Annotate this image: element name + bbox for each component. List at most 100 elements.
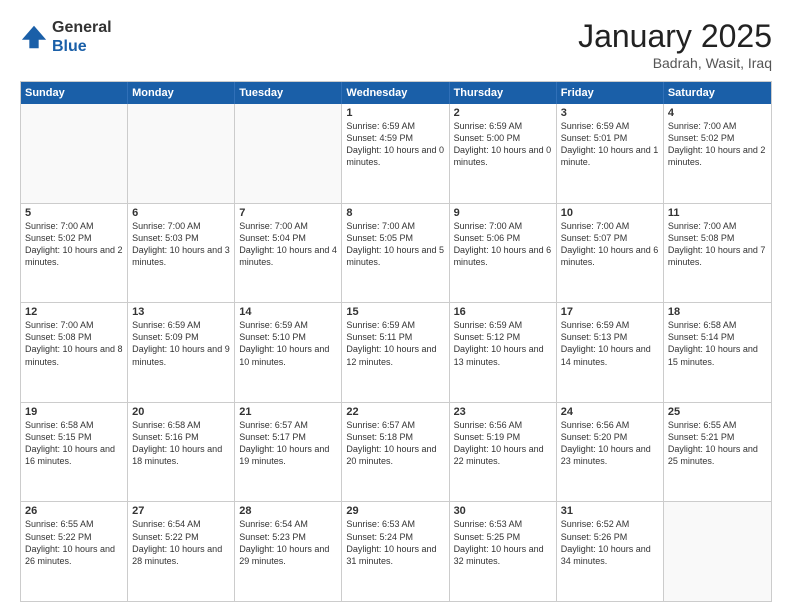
calendar-cell: 28Sunrise: 6:54 AMSunset: 5:23 PMDayligh… (235, 502, 342, 601)
day-header: Friday (557, 82, 664, 104)
day-number: 3 (561, 107, 659, 119)
day-header: Wednesday (342, 82, 449, 104)
cell-info: Sunrise: 6:59 AMSunset: 5:09 PMDaylight:… (132, 319, 230, 368)
cell-info: Sunrise: 6:52 AMSunset: 5:26 PMDaylight:… (561, 518, 659, 567)
calendar: SundayMondayTuesdayWednesdayThursdayFrid… (20, 81, 772, 602)
day-header: Monday (128, 82, 235, 104)
calendar-cell: 10Sunrise: 7:00 AMSunset: 5:07 PMDayligh… (557, 204, 664, 303)
day-number: 19 (25, 406, 123, 418)
cell-info: Sunrise: 6:57 AMSunset: 5:18 PMDaylight:… (346, 419, 444, 468)
calendar-cell: 22Sunrise: 6:57 AMSunset: 5:18 PMDayligh… (342, 403, 449, 502)
day-number: 26 (25, 505, 123, 517)
day-number: 13 (132, 306, 230, 318)
day-number: 28 (239, 505, 337, 517)
day-number: 15 (346, 306, 444, 318)
cell-info: Sunrise: 7:00 AMSunset: 5:07 PMDaylight:… (561, 220, 659, 269)
day-header: Sunday (21, 82, 128, 104)
logo-icon (20, 23, 48, 51)
day-number: 22 (346, 406, 444, 418)
calendar-cell: 19Sunrise: 6:58 AMSunset: 5:15 PMDayligh… (21, 403, 128, 502)
day-number: 4 (668, 107, 767, 119)
cell-info: Sunrise: 6:56 AMSunset: 5:19 PMDaylight:… (454, 419, 552, 468)
week-row: 12Sunrise: 7:00 AMSunset: 5:08 PMDayligh… (21, 302, 771, 402)
day-header: Tuesday (235, 82, 342, 104)
day-header: Thursday (450, 82, 557, 104)
calendar-cell: 2Sunrise: 6:59 AMSunset: 5:00 PMDaylight… (450, 104, 557, 203)
cell-info: Sunrise: 6:59 AMSunset: 5:13 PMDaylight:… (561, 319, 659, 368)
calendar-cell: 23Sunrise: 6:56 AMSunset: 5:19 PMDayligh… (450, 403, 557, 502)
page: General Blue January 2025 Badrah, Wasit,… (0, 0, 792, 612)
calendar-cell: 8Sunrise: 7:00 AMSunset: 5:05 PMDaylight… (342, 204, 449, 303)
cell-info: Sunrise: 6:56 AMSunset: 5:20 PMDaylight:… (561, 419, 659, 468)
day-number: 11 (668, 207, 767, 219)
calendar-cell: 31Sunrise: 6:52 AMSunset: 5:26 PMDayligh… (557, 502, 664, 601)
cell-info: Sunrise: 6:59 AMSunset: 5:12 PMDaylight:… (454, 319, 552, 368)
day-number: 7 (239, 207, 337, 219)
calendar-cell: 17Sunrise: 6:59 AMSunset: 5:13 PMDayligh… (557, 303, 664, 402)
calendar-cell: 16Sunrise: 6:59 AMSunset: 5:12 PMDayligh… (450, 303, 557, 402)
location: Badrah, Wasit, Iraq (578, 55, 772, 71)
weeks: 1Sunrise: 6:59 AMSunset: 4:59 PMDaylight… (21, 104, 771, 601)
day-number: 17 (561, 306, 659, 318)
day-number: 5 (25, 207, 123, 219)
day-number: 14 (239, 306, 337, 318)
calendar-cell (128, 104, 235, 203)
day-number: 12 (25, 306, 123, 318)
cell-info: Sunrise: 6:54 AMSunset: 5:22 PMDaylight:… (132, 518, 230, 567)
calendar-cell: 14Sunrise: 6:59 AMSunset: 5:10 PMDayligh… (235, 303, 342, 402)
day-header: Saturday (664, 82, 771, 104)
calendar-cell: 29Sunrise: 6:53 AMSunset: 5:24 PMDayligh… (342, 502, 449, 601)
calendar-cell (664, 502, 771, 601)
day-number: 20 (132, 406, 230, 418)
calendar-cell: 21Sunrise: 6:57 AMSunset: 5:17 PMDayligh… (235, 403, 342, 502)
day-number: 2 (454, 107, 552, 119)
calendar-cell: 24Sunrise: 6:56 AMSunset: 5:20 PMDayligh… (557, 403, 664, 502)
day-number: 9 (454, 207, 552, 219)
calendar-cell: 11Sunrise: 7:00 AMSunset: 5:08 PMDayligh… (664, 204, 771, 303)
calendar-cell: 13Sunrise: 6:59 AMSunset: 5:09 PMDayligh… (128, 303, 235, 402)
week-row: 1Sunrise: 6:59 AMSunset: 4:59 PMDaylight… (21, 104, 771, 203)
cell-info: Sunrise: 7:00 AMSunset: 5:02 PMDaylight:… (25, 220, 123, 269)
cell-info: Sunrise: 7:00 AMSunset: 5:04 PMDaylight:… (239, 220, 337, 269)
day-number: 10 (561, 207, 659, 219)
title-block: January 2025 Badrah, Wasit, Iraq (578, 18, 772, 71)
cell-info: Sunrise: 6:59 AMSunset: 5:01 PMDaylight:… (561, 120, 659, 169)
calendar-cell: 26Sunrise: 6:55 AMSunset: 5:22 PMDayligh… (21, 502, 128, 601)
day-number: 21 (239, 406, 337, 418)
calendar-cell: 20Sunrise: 6:58 AMSunset: 5:16 PMDayligh… (128, 403, 235, 502)
calendar-cell: 6Sunrise: 7:00 AMSunset: 5:03 PMDaylight… (128, 204, 235, 303)
cell-info: Sunrise: 6:58 AMSunset: 5:15 PMDaylight:… (25, 419, 123, 468)
calendar-cell: 7Sunrise: 7:00 AMSunset: 5:04 PMDaylight… (235, 204, 342, 303)
logo-blue: Blue (52, 38, 87, 55)
calendar-cell: 12Sunrise: 7:00 AMSunset: 5:08 PMDayligh… (21, 303, 128, 402)
logo-text: General Blue (52, 18, 112, 56)
day-number: 8 (346, 207, 444, 219)
cell-info: Sunrise: 7:00 AMSunset: 5:06 PMDaylight:… (454, 220, 552, 269)
calendar-cell: 3Sunrise: 6:59 AMSunset: 5:01 PMDaylight… (557, 104, 664, 203)
cell-info: Sunrise: 7:00 AMSunset: 5:08 PMDaylight:… (25, 319, 123, 368)
cell-info: Sunrise: 6:53 AMSunset: 5:25 PMDaylight:… (454, 518, 552, 567)
day-number: 25 (668, 406, 767, 418)
cell-info: Sunrise: 7:00 AMSunset: 5:05 PMDaylight:… (346, 220, 444, 269)
header: General Blue January 2025 Badrah, Wasit,… (20, 18, 772, 71)
day-number: 18 (668, 306, 767, 318)
cell-info: Sunrise: 6:54 AMSunset: 5:23 PMDaylight:… (239, 518, 337, 567)
calendar-cell: 1Sunrise: 6:59 AMSunset: 4:59 PMDaylight… (342, 104, 449, 203)
day-headers: SundayMondayTuesdayWednesdayThursdayFrid… (21, 82, 771, 104)
cell-info: Sunrise: 6:58 AMSunset: 5:14 PMDaylight:… (668, 319, 767, 368)
cell-info: Sunrise: 6:55 AMSunset: 5:21 PMDaylight:… (668, 419, 767, 468)
calendar-cell: 27Sunrise: 6:54 AMSunset: 5:22 PMDayligh… (128, 502, 235, 601)
cell-info: Sunrise: 6:59 AMSunset: 5:11 PMDaylight:… (346, 319, 444, 368)
week-row: 5Sunrise: 7:00 AMSunset: 5:02 PMDaylight… (21, 203, 771, 303)
calendar-cell: 30Sunrise: 6:53 AMSunset: 5:25 PMDayligh… (450, 502, 557, 601)
day-number: 6 (132, 207, 230, 219)
cell-info: Sunrise: 7:00 AMSunset: 5:02 PMDaylight:… (668, 120, 767, 169)
week-row: 19Sunrise: 6:58 AMSunset: 5:15 PMDayligh… (21, 402, 771, 502)
cell-info: Sunrise: 7:00 AMSunset: 5:08 PMDaylight:… (668, 220, 767, 269)
day-number: 29 (346, 505, 444, 517)
day-number: 24 (561, 406, 659, 418)
cell-info: Sunrise: 6:59 AMSunset: 5:10 PMDaylight:… (239, 319, 337, 368)
day-number: 1 (346, 107, 444, 119)
cell-info: Sunrise: 6:55 AMSunset: 5:22 PMDaylight:… (25, 518, 123, 567)
day-number: 31 (561, 505, 659, 517)
